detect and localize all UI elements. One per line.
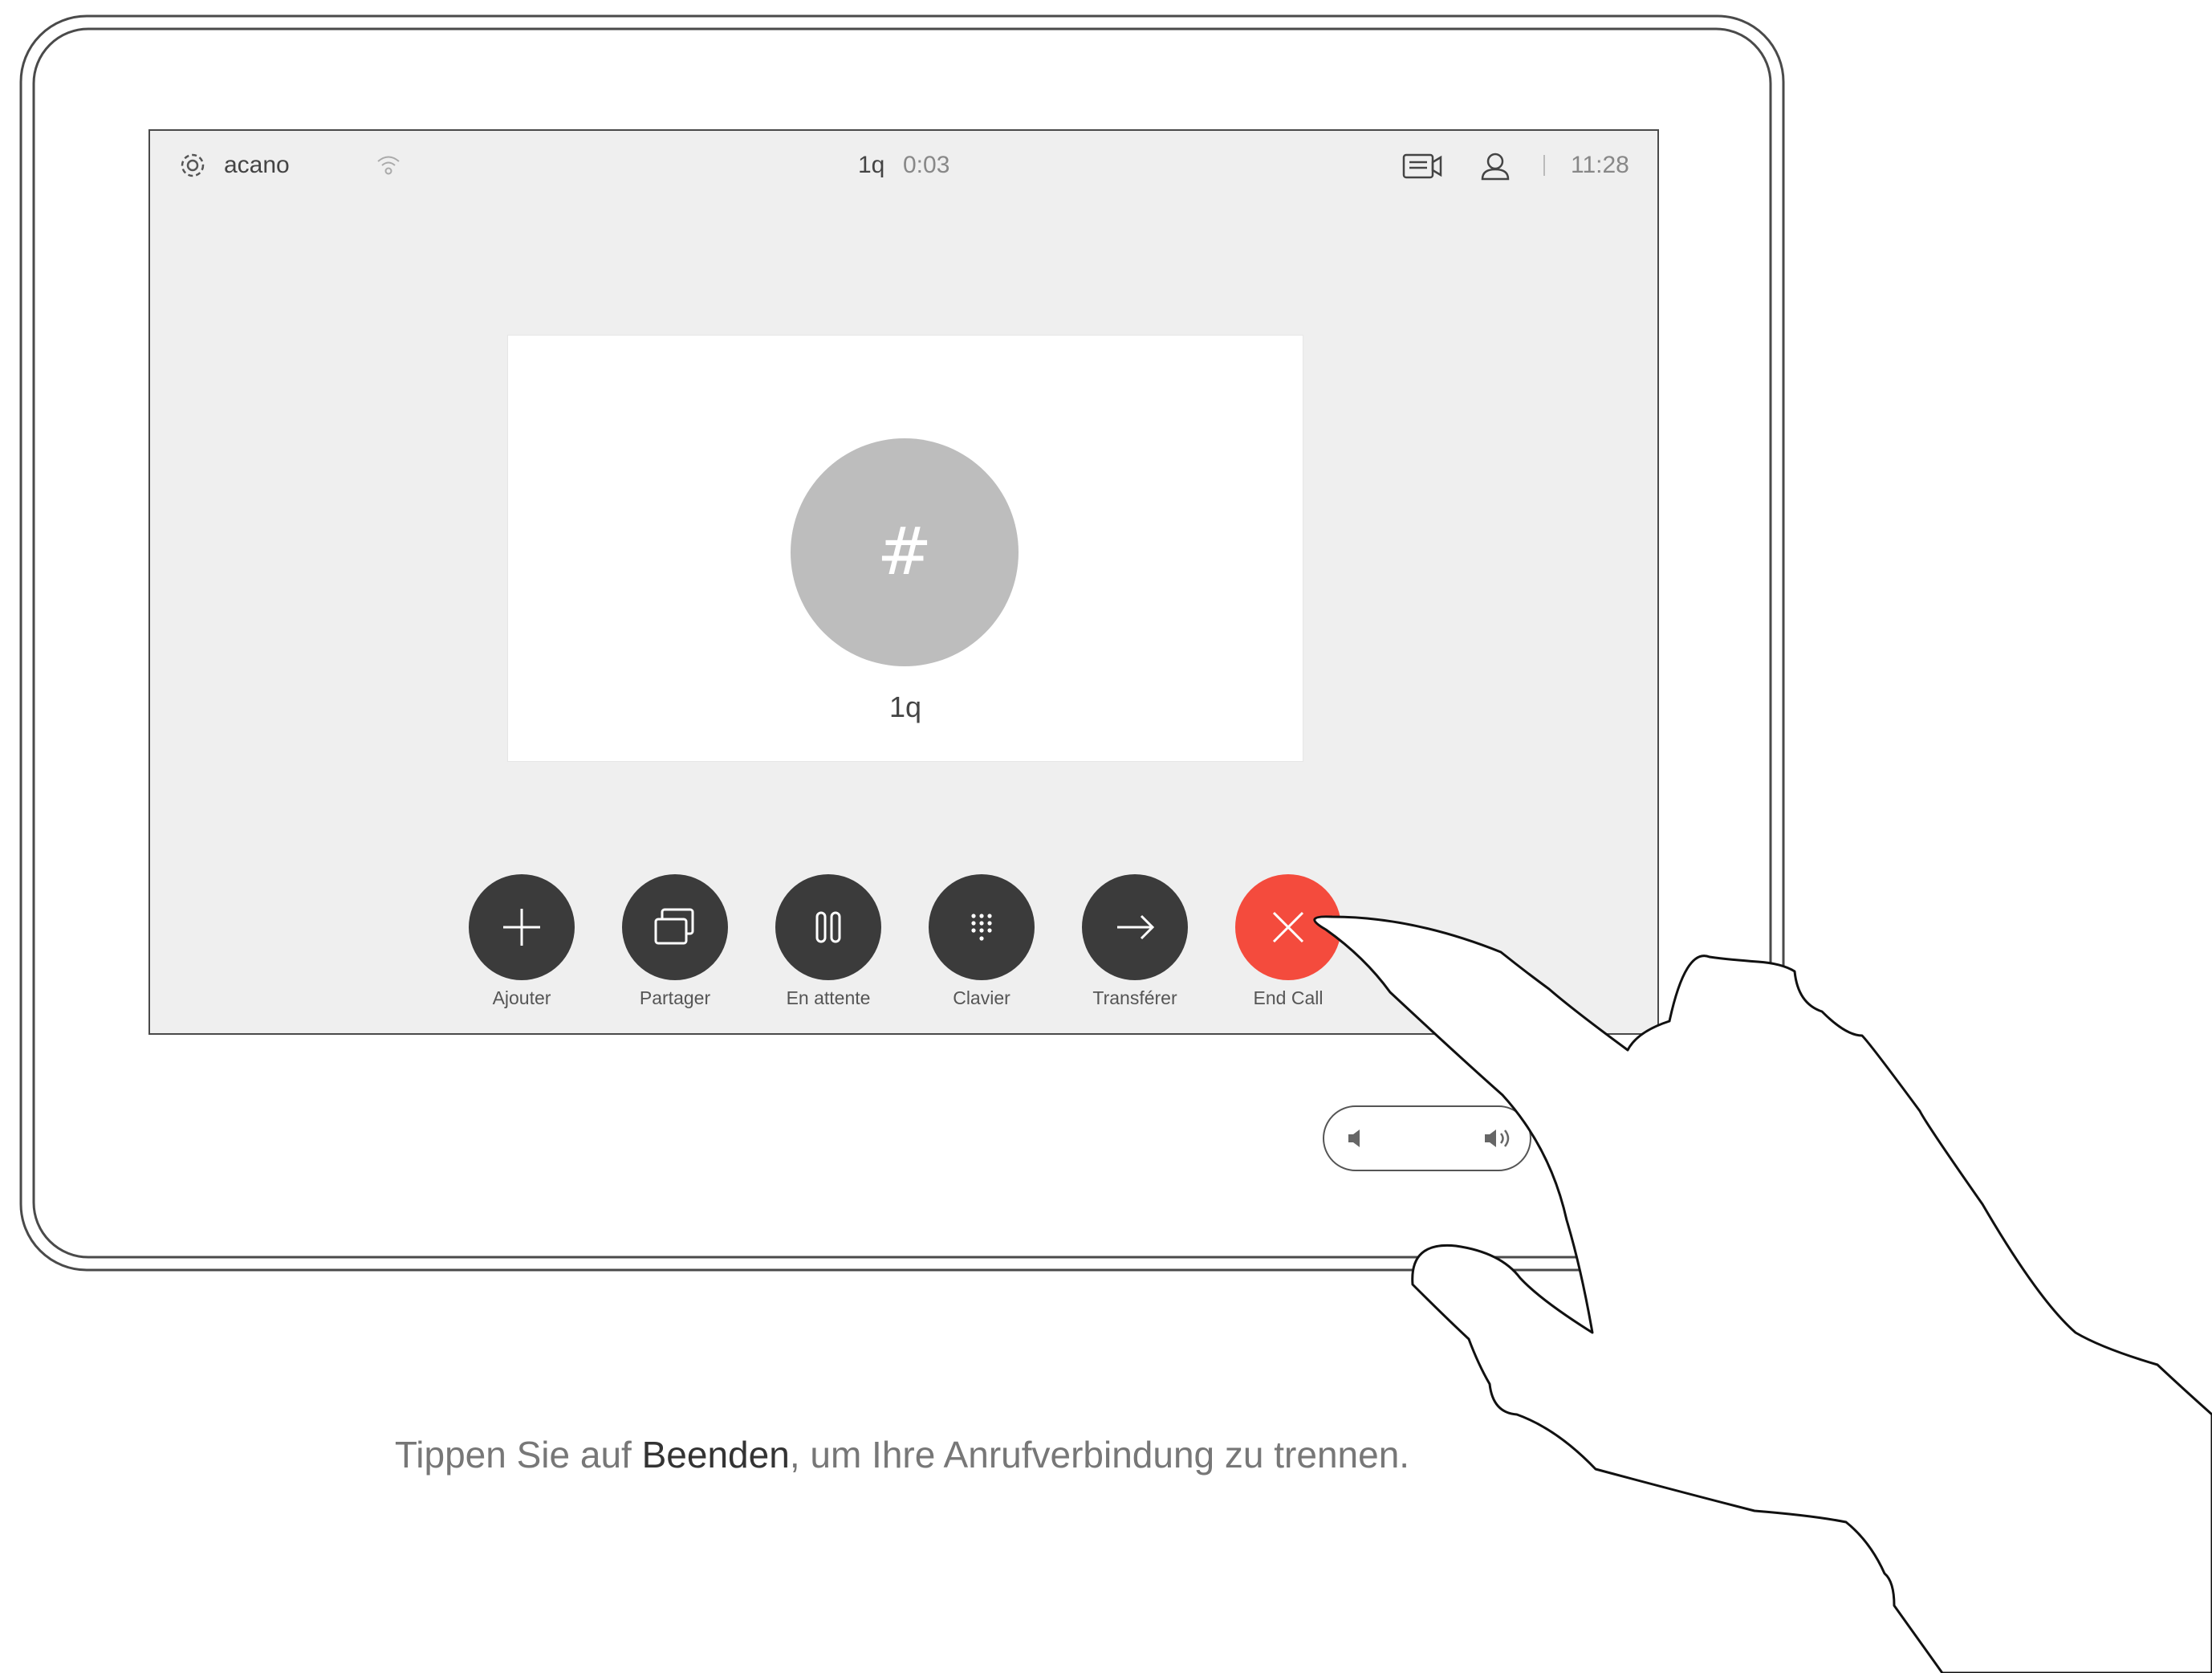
instruction-before: Tippen Sie auf <box>394 1434 642 1476</box>
instruction-after: , um Ihre Anrufverbindung zu trennen. <box>789 1434 1410 1476</box>
instruction-emphasis: Beenden <box>641 1434 790 1476</box>
instruction-caption: Tippen Sie auf Beenden, um Ihre Anrufver… <box>0 1433 1804 1476</box>
hand-illustration <box>1313 915 2212 1673</box>
